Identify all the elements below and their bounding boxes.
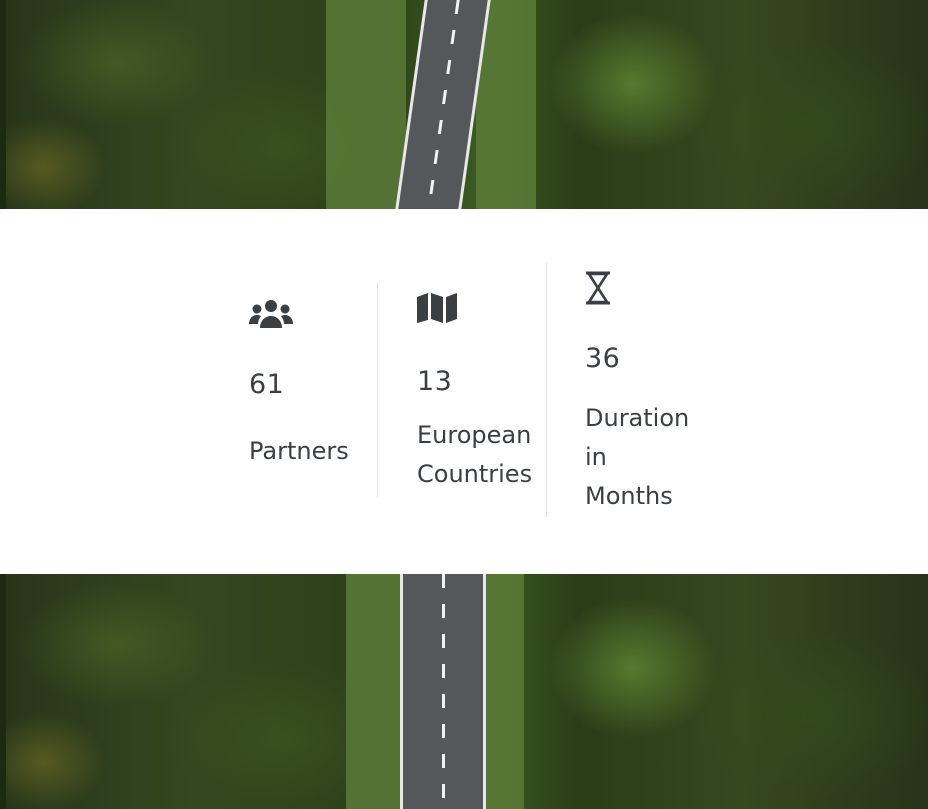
stat-label: Duration in Months	[585, 404, 690, 510]
road-bottom	[400, 574, 486, 809]
stat-duration: 36 Duration in Months	[585, 271, 689, 510]
forest-road-image-bottom	[6, 574, 928, 809]
stat-divider	[377, 283, 378, 497]
stat-label: Partners	[249, 437, 349, 465]
users-group-icon	[249, 300, 293, 328]
stat-divider	[546, 263, 547, 517]
stats-section: 61 Partners 13 European Countries 36 Dur…	[0, 209, 928, 574]
stat-value: 36	[585, 343, 621, 374]
stat-value: 61	[249, 369, 285, 400]
forest-road-image-top	[6, 0, 928, 209]
stat-partners: 61 Partners	[249, 297, 349, 465]
map-icon	[417, 293, 457, 323]
stat-countries: 13 European Countries	[417, 292, 532, 488]
hourglass-icon	[586, 271, 610, 305]
stat-value: 13	[417, 366, 453, 397]
stat-label: European Countries	[417, 421, 533, 488]
